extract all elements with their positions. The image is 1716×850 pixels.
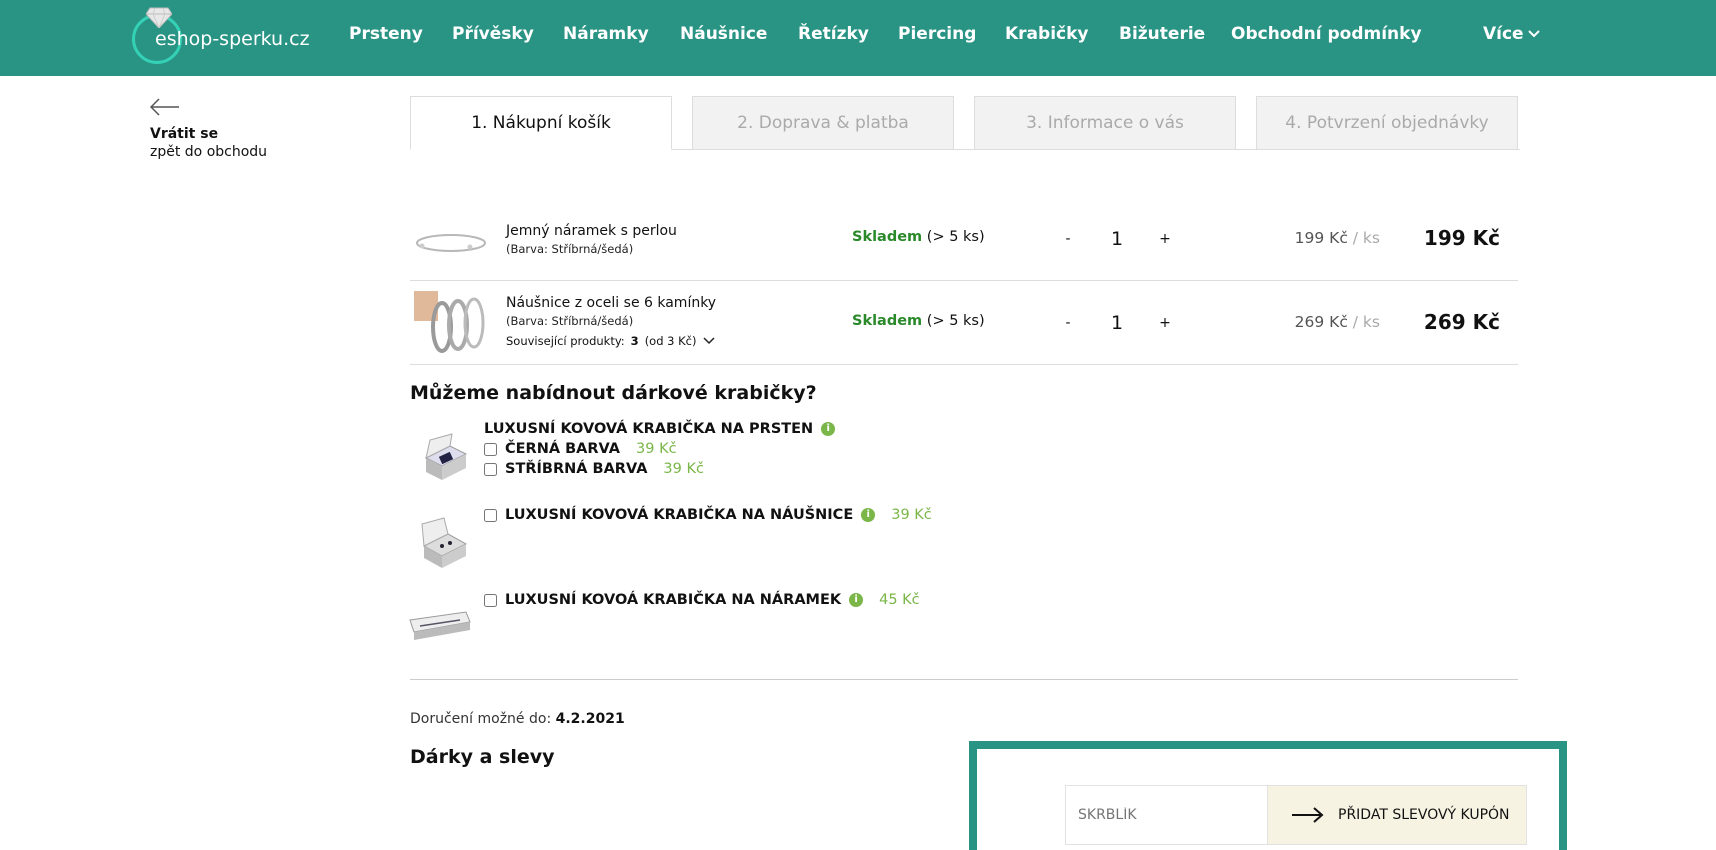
back-subtitle: zpět do obchodu (150, 144, 268, 160)
back-to-shop-link[interactable]: Vrátit se zpět do obchodu (149, 98, 280, 160)
product-thumbnail[interactable] (414, 289, 488, 357)
unit-price: 199 Kč / ks (1280, 229, 1380, 247)
option-price: 39 Kč (636, 441, 677, 457)
tab-cart[interactable]: 1. Nákupní košík (410, 96, 672, 150)
unit-price-value: 199 Kč (1294, 229, 1348, 247)
arrow-right-icon (1292, 807, 1324, 823)
product-variant: (Barva: Stříbrná/šedá) (506, 314, 634, 328)
earring-box-image (421, 517, 468, 568)
info-icon[interactable]: i (849, 593, 864, 607)
nav-item-bizuterie[interactable]: Bižuterie (1119, 24, 1205, 44)
qty-decrease-button[interactable]: - (1059, 315, 1077, 331)
unit-price: 269 Kč / ks (1280, 313, 1380, 331)
line-total: 199 Kč (1423, 226, 1500, 250)
back-title: Vrátit se (150, 126, 219, 142)
chevron-down-icon (1527, 30, 1540, 38)
related-products-label: Související produkty: (506, 334, 625, 348)
arrow-left-icon (149, 98, 179, 116)
earring-box-checkbox[interactable] (484, 508, 497, 522)
option-label: ČERNÁ BARVA (505, 441, 621, 457)
info-icon[interactable]: i (821, 422, 836, 436)
nav-more-menu[interactable]: Více (1483, 24, 1540, 44)
qty-increase-button[interactable]: + (1156, 315, 1174, 331)
coupon-input[interactable] (1065, 785, 1268, 845)
gift-boxes-heading: Můžeme nabídnout dárkové krabičky? (410, 382, 817, 404)
ring-box-image (424, 433, 468, 480)
product-variant: (Barva: Stříbrná/šedá) (506, 242, 634, 256)
option-label: STŘÍBRNÁ BARVA (505, 461, 648, 477)
option-price: 39 Kč (891, 507, 932, 523)
product-name[interactable]: Náušnice z oceli se 6 kamínky (506, 295, 716, 311)
nav-item-retizky[interactable]: Řetízky (798, 24, 869, 44)
delivery-label: Doručení možné do: (410, 711, 552, 727)
gifts-discounts-heading: Dárky a slevy (410, 746, 555, 768)
diamond-icon (146, 7, 172, 28)
qty-value[interactable]: 1 (1102, 228, 1132, 250)
option-price: 45 Kč (879, 592, 920, 608)
bracelet-box-option[interactable]: LUXUSNÍ KOVOÁ KRABIČKA NA NÁRAMEK i 45 K… (484, 592, 920, 608)
qty-increase-button[interactable]: + (1156, 231, 1174, 247)
cart-row: Jemný náramek s perlou (Barva: Stříbrná/… (410, 197, 1518, 281)
info-icon[interactable]: i (861, 508, 876, 522)
tab-shipping-payment[interactable]: 2. Doprava & platba (692, 96, 954, 150)
related-products-toggle[interactable]: Související produkty: 3 (od 3 Kč) (506, 334, 715, 348)
section-divider (410, 679, 1518, 680)
nav-item-naramky[interactable]: Náramky (563, 24, 649, 44)
cart-row: Náušnice z oceli se 6 kamínky (Barva: St… (410, 281, 1518, 365)
ring-box-silver-checkbox[interactable] (484, 462, 497, 476)
qty-value[interactable]: 1 (1102, 312, 1132, 334)
chevron-down-icon (702, 337, 715, 345)
option-price: 39 Kč (663, 461, 704, 477)
coupon-panel: PŘIDAT SLEVOVÝ KUPÓN (969, 741, 1567, 850)
related-products-count: 3 (630, 334, 639, 348)
earring-box-option[interactable]: LUXUSNÍ KOVOVÁ KRABIČKA NA NÁUŠNICE i 39… (484, 507, 932, 523)
tab-order-confirmation[interactable]: 4. Potvrzení objednávky (1256, 96, 1518, 150)
bracelet-box-image (409, 611, 471, 640)
nav-item-piercing[interactable]: Piercing (898, 24, 976, 44)
nav-more-label: Více (1483, 24, 1524, 44)
line-total: 269 Kč (1423, 310, 1500, 334)
top-navbar: eshop-sperku.cz Prsteny Přívěsky Náramky… (0, 0, 1716, 76)
delivery-estimate: Doručení možné do: 4.2.2021 (410, 711, 625, 727)
related-products-from: (od 3 Kč) (644, 334, 697, 348)
nav-item-krabicky[interactable]: Krabičky (1005, 24, 1089, 44)
unit-price-value: 269 Kč (1294, 313, 1348, 331)
product-name[interactable]: Jemný náramek s perlou (506, 223, 677, 239)
bracelet-box-checkbox[interactable] (484, 593, 497, 607)
option-label: LUXUSNÍ KOVOÁ KRABIČKA NA NÁRAMEK (505, 592, 842, 608)
site-logo[interactable]: eshop-sperku.cz (132, 6, 310, 64)
ring-box-black-checkbox[interactable] (484, 442, 497, 456)
stock-qty: (> 5 ks) (926, 313, 985, 329)
ring-box-title-text: LUXUSNÍ KOVOVÁ KRABIČKA NA PRSTEN (484, 421, 814, 437)
add-coupon-button[interactable]: PŘIDAT SLEVOVÝ KUPÓN (1267, 785, 1527, 845)
stock-qty: (> 5 ks) (926, 229, 985, 245)
product-thumbnail[interactable] (414, 205, 488, 273)
ring-box-title: LUXUSNÍ KOVOVÁ KRABIČKA NA PRSTEN i (484, 421, 836, 437)
per-unit: / ks (1347, 313, 1380, 331)
per-unit: / ks (1347, 229, 1380, 247)
logo-text: eshop-sperku.cz (155, 28, 310, 50)
nav-item-privesky[interactable]: Přívěsky (452, 24, 534, 44)
stock-status: Skladem (> 5 ks) (852, 313, 985, 329)
delivery-date: 4.2.2021 (555, 711, 625, 727)
add-coupon-label: PŘIDAT SLEVOVÝ KUPÓN (1338, 807, 1510, 823)
stock-status: Skladem (> 5 ks) (852, 229, 985, 245)
checkout-steps: 1. Nákupní košík 2. Doprava & platba 3. … (410, 96, 1520, 150)
nav-item-prsteny[interactable]: Prsteny (349, 24, 423, 44)
option-label: LUXUSNÍ KOVOVÁ KRABIČKA NA NÁUŠNICE (505, 507, 854, 523)
tab-customer-info[interactable]: 3. Informace o vás (974, 96, 1236, 150)
stock-label: Skladem (852, 313, 923, 329)
stock-label: Skladem (852, 229, 923, 245)
ring-box-option-black[interactable]: ČERNÁ BARVA 39 Kč (484, 441, 677, 457)
nav-item-obchodni-podminky[interactable]: Obchodní podmínky (1231, 24, 1422, 44)
ring-box-option-silver[interactable]: STŘÍBRNÁ BARVA 39 Kč (484, 461, 704, 477)
nav-item-nausnice[interactable]: Náušnice (680, 24, 767, 44)
qty-decrease-button[interactable]: - (1059, 231, 1077, 247)
